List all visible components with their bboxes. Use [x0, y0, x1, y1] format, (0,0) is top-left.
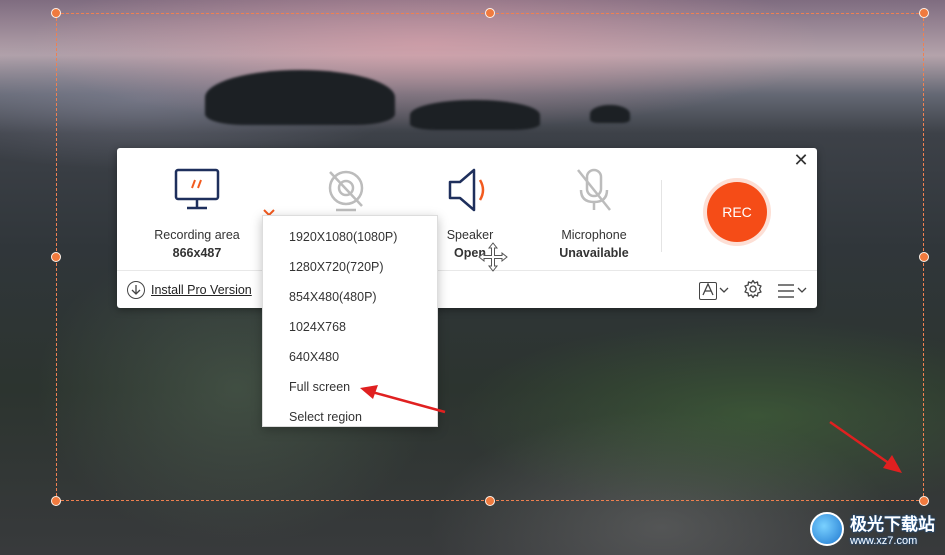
download-icon: [127, 281, 145, 299]
text-style-dropdown[interactable]: [699, 281, 729, 300]
install-pro-link[interactable]: Install Pro Version: [127, 281, 252, 299]
move-cursor-icon: [478, 242, 508, 272]
recording-area-value: 866x487: [172, 246, 222, 260]
microphone-control[interactable]: Microphone Unavailable: [539, 166, 649, 260]
watermark-url: www.xz7.com: [850, 535, 918, 547]
chevron-down-icon: [719, 287, 729, 293]
menu-item-full-screen[interactable]: Full screen: [263, 372, 437, 402]
toolbar-bottom-bar: Install Pro Version: [117, 270, 817, 308]
watermark-logo: [810, 511, 844, 546]
watermark-name: 极光下载站: [850, 515, 935, 534]
webcam-control[interactable]: [291, 166, 401, 214]
gear-icon[interactable]: [743, 279, 763, 302]
resize-handle-bottom[interactable]: [485, 496, 495, 506]
menu-item-1080p[interactable]: 1920X1080(1080P): [263, 222, 437, 252]
webcam-off-icon: [291, 166, 401, 214]
recording-area-control[interactable]: Recording area 866x487: [142, 166, 252, 260]
resize-handle-right[interactable]: [919, 252, 929, 262]
recording-area-label: Recording area: [154, 228, 240, 242]
resolution-dropdown: 1920X1080(1080P) 1280X720(720P) 854X480(…: [262, 215, 438, 427]
resize-handle-top[interactable]: [485, 8, 495, 18]
menu-item-1024x768[interactable]: 1024X768: [263, 312, 437, 342]
text-style-icon: [699, 281, 717, 300]
resize-handle-bottom-left[interactable]: [51, 496, 61, 506]
microphone-off-icon: [539, 166, 649, 214]
monitor-icon: [142, 166, 252, 214]
toolbar-actions: [699, 279, 807, 302]
toolbar-divider: [661, 180, 662, 252]
install-pro-label: Install Pro Version: [151, 283, 252, 297]
menu-item-480p[interactable]: 854X480(480P): [263, 282, 437, 312]
resize-handle-left[interactable]: [51, 252, 61, 262]
recorder-toolbar: ✕ Recording area 866x487 Speaker Open Mi…: [117, 148, 817, 308]
close-icon[interactable]: ✕: [793, 151, 809, 169]
menu-item-select-region[interactable]: Select region: [263, 402, 437, 432]
menu-item-640x480[interactable]: 640X480: [263, 342, 437, 372]
menu-item-720p[interactable]: 1280X720(720P): [263, 252, 437, 282]
microphone-label: Microphone: [561, 228, 627, 242]
main-menu-button[interactable]: [777, 283, 807, 298]
chevron-down-icon: [797, 287, 807, 293]
speaker-icon: [415, 166, 525, 214]
rec-button[interactable]: REC: [707, 182, 767, 242]
menu-icon: [778, 283, 794, 298]
watermark: 极光下载站 www.xz7.com: [810, 510, 935, 547]
resize-handle-bottom-right[interactable]: [919, 496, 929, 506]
microphone-value: Unavailable: [559, 246, 629, 260]
resize-handle-top-right[interactable]: [919, 8, 929, 18]
resize-handle-top-left[interactable]: [51, 8, 61, 18]
